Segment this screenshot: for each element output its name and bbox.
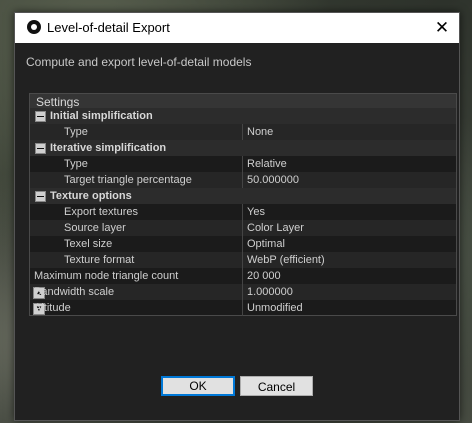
property-key: Target triangle percentage bbox=[64, 174, 192, 186]
property-value[interactable]: Yes bbox=[242, 204, 456, 220]
property-row[interactable]: ▼ Altitude Unmodified bbox=[30, 300, 456, 316]
group-label: Initial simplification bbox=[50, 110, 153, 122]
settings-panel: Settings Initial simplification Type Non… bbox=[29, 93, 457, 316]
group-initial-simplification[interactable]: Initial simplification bbox=[30, 108, 456, 124]
property-value[interactable]: WebP (efficient) bbox=[242, 252, 456, 268]
property-key: Texel size bbox=[64, 238, 113, 250]
property-value[interactable]: 1.000000 bbox=[242, 284, 456, 300]
property-row[interactable]: Export textures Yes bbox=[30, 204, 456, 220]
settings-header: Settings bbox=[30, 94, 456, 109]
collapse-minus-icon[interactable] bbox=[35, 143, 46, 154]
property-row[interactable]: Texel size Optimal bbox=[30, 236, 456, 252]
property-row[interactable]: Source layer Color Layer bbox=[30, 220, 456, 236]
property-row[interactable]: Texture format WebP (efficient) bbox=[30, 252, 456, 268]
settings-header-label: Settings bbox=[36, 95, 80, 109]
property-key: Texture format bbox=[64, 254, 135, 266]
property-row[interactable]: ▲ Bandwidth scale 1.000000 bbox=[30, 284, 456, 300]
property-key: Type bbox=[64, 158, 88, 170]
property-value[interactable]: Unmodified bbox=[242, 300, 456, 316]
property-value[interactable]: 50.000000 bbox=[242, 172, 456, 188]
property-key: Altitude bbox=[34, 302, 71, 314]
group-label: Texture options bbox=[50, 190, 132, 202]
group-texture-options[interactable]: Texture options bbox=[30, 188, 456, 204]
cancel-button[interactable]: Cancel bbox=[240, 376, 313, 396]
group-iterative-simplification[interactable]: Iterative simplification bbox=[30, 140, 456, 156]
property-row[interactable]: Type None bbox=[30, 124, 456, 140]
property-row[interactable]: Target triangle percentage 50.000000 bbox=[30, 172, 456, 188]
property-value[interactable]: Color Layer bbox=[242, 220, 456, 236]
app-logo-icon bbox=[27, 20, 41, 34]
dialog-description: Compute and export level-of-detail model… bbox=[26, 55, 252, 69]
group-label: Iterative simplification bbox=[50, 142, 167, 154]
property-row[interactable]: Maximum node triangle count 20 000 bbox=[30, 268, 456, 284]
title-bar[interactable]: Level-of-detail Export ✕ bbox=[15, 13, 459, 43]
close-button[interactable]: ✕ bbox=[425, 13, 459, 43]
property-value[interactable]: Relative bbox=[242, 156, 456, 172]
ok-button[interactable]: OK bbox=[161, 376, 235, 396]
window-title: Level-of-detail Export bbox=[47, 20, 170, 35]
property-value[interactable]: None bbox=[242, 124, 456, 140]
property-row[interactable]: Type Relative bbox=[30, 156, 456, 172]
property-key: Source layer bbox=[64, 222, 126, 234]
collapse-minus-icon[interactable] bbox=[35, 111, 46, 122]
property-key: Type bbox=[64, 126, 88, 138]
property-key: Bandwidth scale bbox=[34, 286, 115, 298]
collapse-minus-icon[interactable] bbox=[35, 191, 46, 202]
property-key: Export textures bbox=[64, 206, 138, 218]
lod-export-dialog: Level-of-detail Export ✕ Compute and exp… bbox=[14, 12, 460, 421]
settings-property-grid: Initial simplification Type None Iterati… bbox=[30, 108, 456, 316]
property-value[interactable]: Optimal bbox=[242, 236, 456, 252]
property-key: Maximum node triangle count bbox=[34, 270, 179, 282]
property-value[interactable]: 20 000 bbox=[242, 268, 456, 284]
